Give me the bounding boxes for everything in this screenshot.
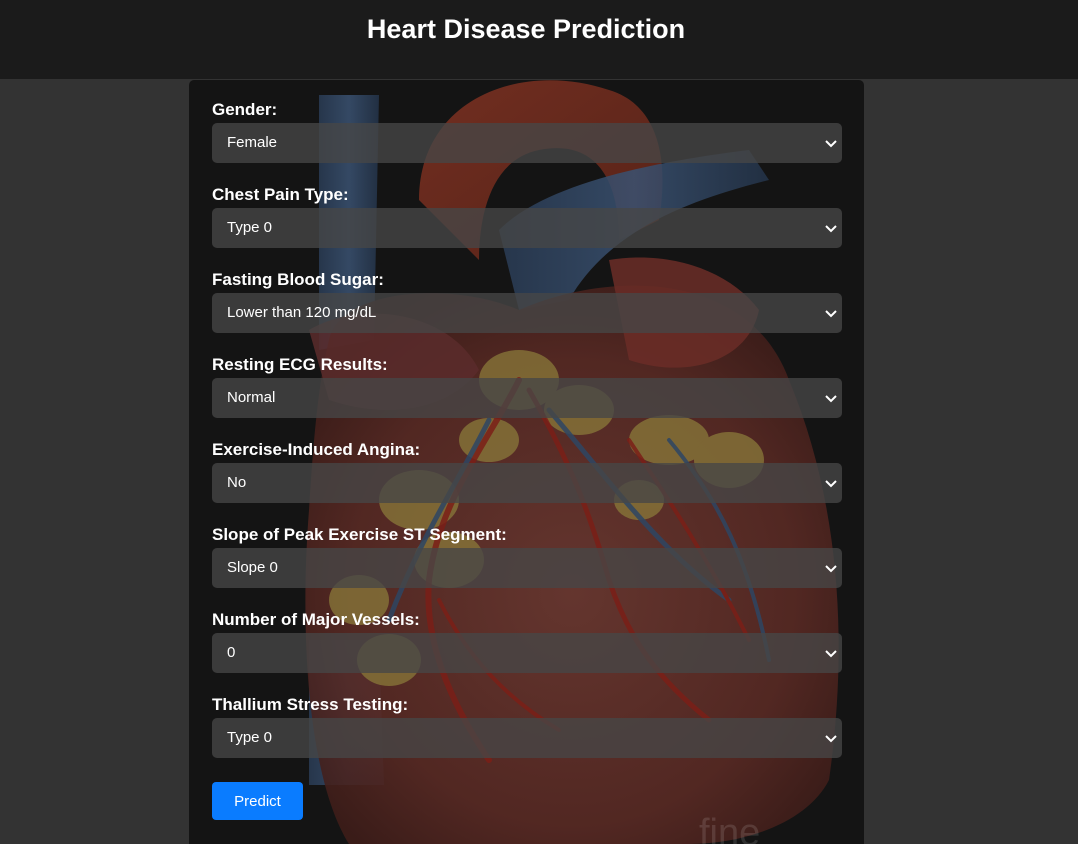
chevron-down-icon	[825, 140, 837, 148]
watermark-text: fine	[699, 812, 760, 844]
header-bar: Heart Disease Prediction	[0, 0, 1078, 79]
resting-ecg-field: Resting ECG Results: Normal	[212, 355, 842, 418]
st-slope-field: Slope of Peak Exercise ST Segment: Slope…	[212, 525, 842, 588]
chest-pain-field: Chest Pain Type: Type 0	[212, 185, 842, 248]
resting-ecg-select-value: Normal	[227, 389, 276, 406]
chevron-down-icon	[825, 480, 837, 488]
chevron-down-icon	[825, 310, 837, 318]
thallium-field: Thallium Stress Testing: Type 0	[212, 695, 842, 758]
resting-ecg-label: Resting ECG Results:	[212, 355, 388, 374]
gender-select-value: Female	[227, 134, 278, 151]
gender-select[interactable]: Female	[212, 123, 842, 163]
chevron-down-icon	[825, 565, 837, 573]
thallium-label: Thallium Stress Testing:	[212, 695, 409, 714]
exercise-angina-select-value: No	[227, 474, 247, 491]
fasting-blood-sugar-field: Fasting Blood Sugar: Lower than 120 mg/d…	[212, 270, 842, 333]
prediction-form: fine Gender: Female Chest Pain Type: Typ…	[189, 80, 864, 844]
major-vessels-select[interactable]: 0	[212, 633, 842, 673]
st-slope-label: Slope of Peak Exercise ST Segment:	[212, 525, 507, 544]
major-vessels-select-value: 0	[227, 644, 236, 661]
chevron-down-icon	[825, 735, 837, 743]
predict-button[interactable]: Predict	[212, 782, 303, 820]
exercise-angina-field: Exercise-Induced Angina: No	[212, 440, 842, 503]
chevron-down-icon	[825, 225, 837, 233]
major-vessels-label: Number of Major Vessels:	[212, 610, 420, 629]
exercise-angina-select[interactable]: No	[212, 463, 842, 503]
chest-pain-label: Chest Pain Type:	[212, 185, 349, 204]
gender-field: Gender: Female	[212, 100, 842, 163]
fasting-blood-sugar-label: Fasting Blood Sugar:	[212, 270, 384, 289]
chevron-down-icon	[825, 395, 837, 403]
st-slope-select[interactable]: Slope 0	[212, 548, 842, 588]
fasting-blood-sugar-select-value: Lower than 120 mg/dL	[227, 304, 377, 321]
chevron-down-icon	[825, 650, 837, 658]
chest-pain-select-value: Type 0	[227, 219, 273, 236]
exercise-angina-label: Exercise-Induced Angina:	[212, 440, 421, 459]
gender-label: Gender:	[212, 100, 278, 119]
page-title: Heart Disease Prediction	[366, 14, 686, 44]
fasting-blood-sugar-select[interactable]: Lower than 120 mg/dL	[212, 293, 842, 333]
chest-pain-select[interactable]: Type 0	[212, 208, 842, 248]
major-vessels-field: Number of Major Vessels: 0	[212, 610, 842, 673]
resting-ecg-select[interactable]: Normal	[212, 378, 842, 418]
st-slope-select-value: Slope 0	[227, 559, 278, 576]
thallium-select[interactable]: Type 0	[212, 718, 842, 758]
thallium-select-value: Type 0	[227, 729, 273, 746]
